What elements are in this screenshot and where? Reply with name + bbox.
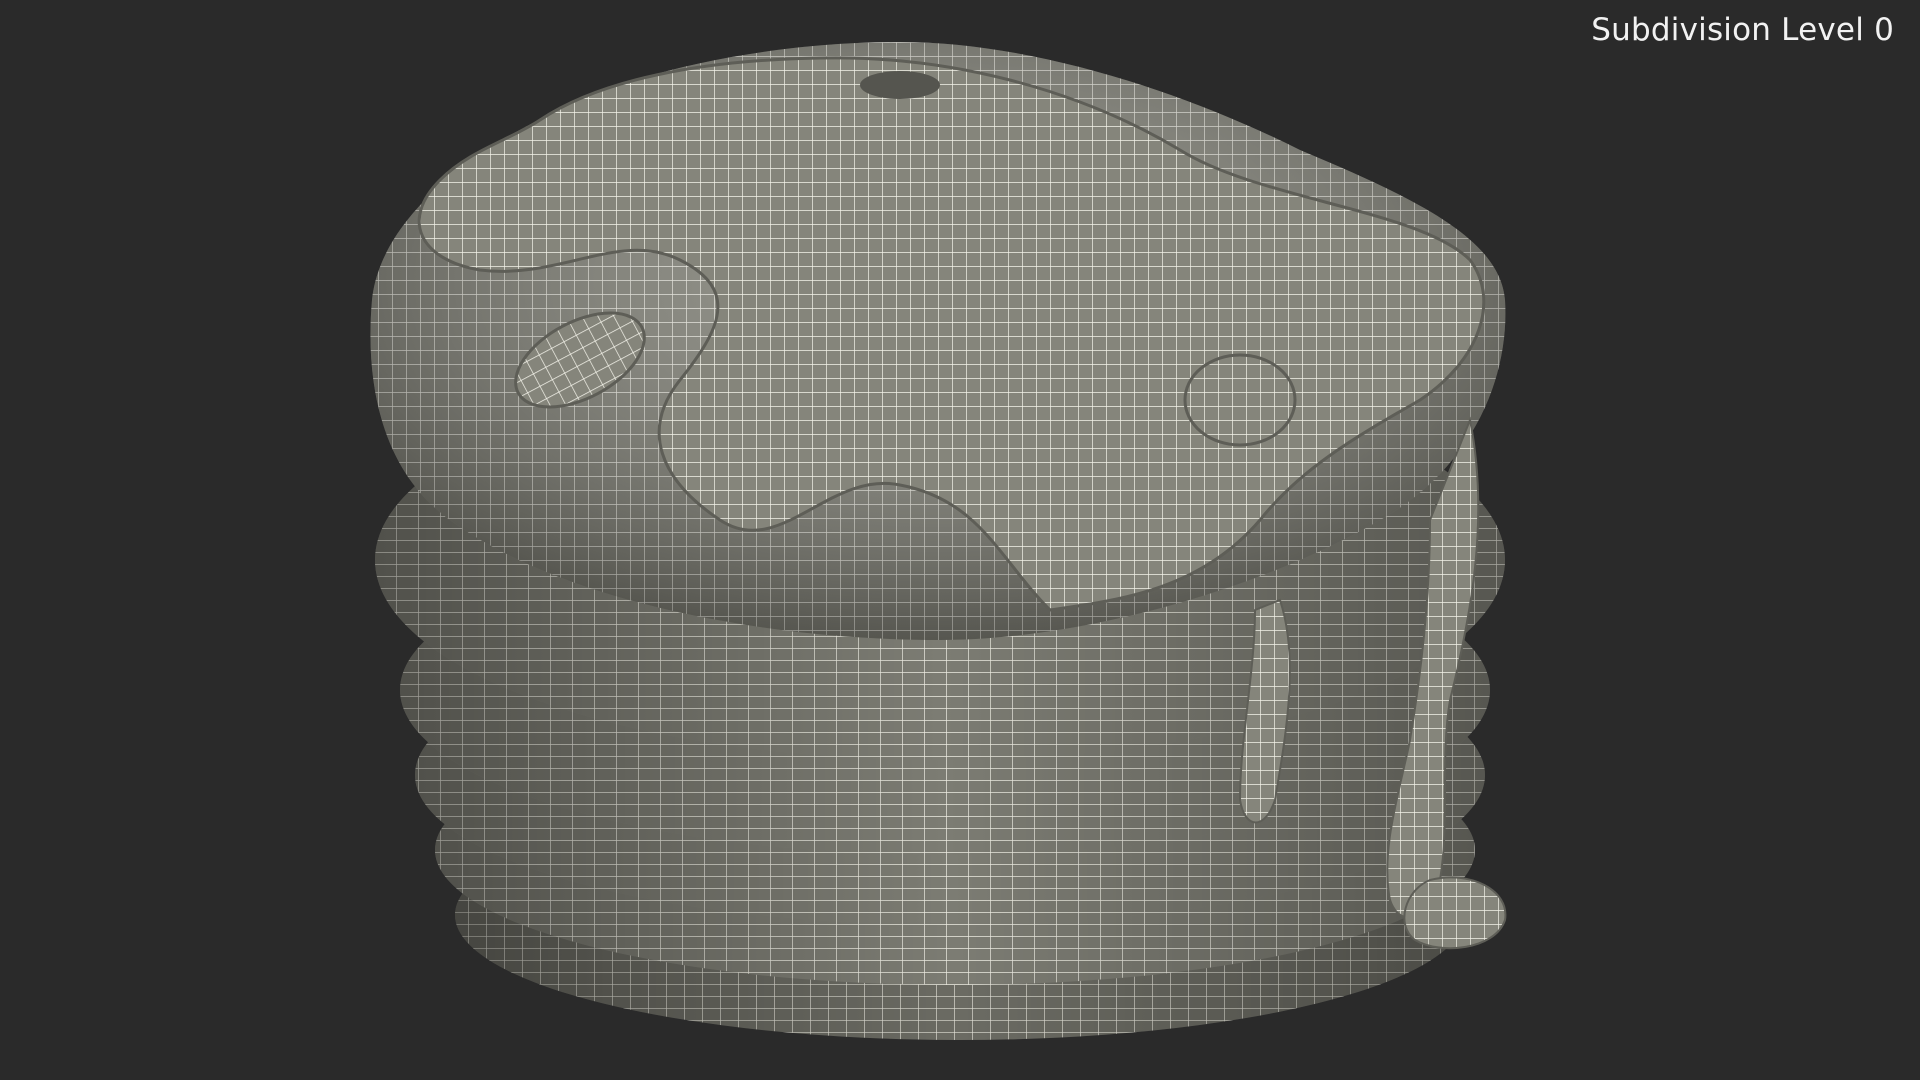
- subdivision-level-label: Subdivision Level 0: [1591, 12, 1894, 48]
- pancake-stack-model: [370, 42, 1507, 1040]
- 3d-viewport[interactable]: Subdivision Level 0: [0, 0, 1920, 1080]
